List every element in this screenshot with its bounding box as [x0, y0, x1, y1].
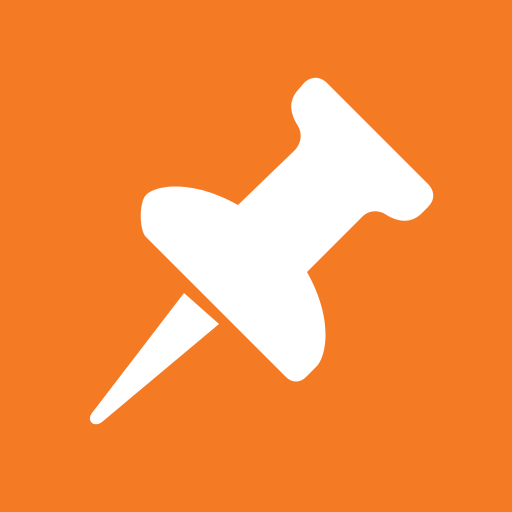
pushpin-needle — [89, 293, 219, 425]
pushpin-graphic — [89, 77, 434, 425]
app-icon-tile — [0, 0, 512, 512]
pushpin-icon — [0, 0, 512, 512]
